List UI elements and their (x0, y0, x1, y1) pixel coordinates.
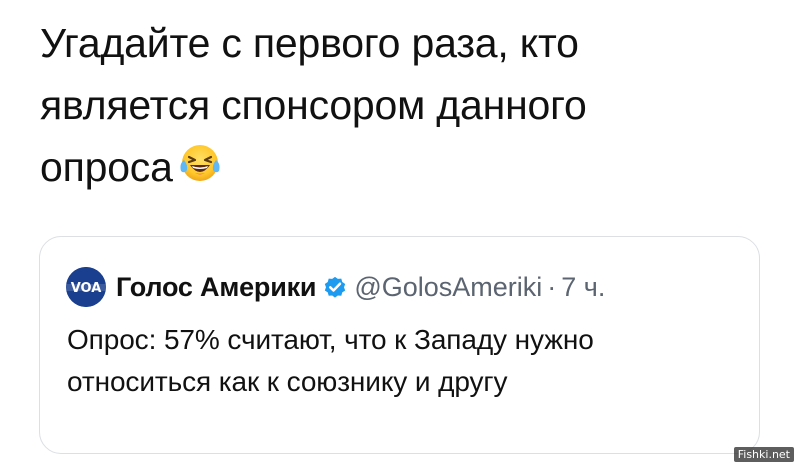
quoted-tweet-card[interactable]: VOA Голос Америки @GolosAmeriki · 7 ч. О… (39, 236, 760, 454)
tweet-text-line-3: опроса (40, 136, 760, 198)
face-with-tears-of-joy-icon (180, 145, 220, 181)
avatar-text: VOA (71, 281, 102, 296)
tweet-text-line-1: Угадайте с первого раза, кто (40, 20, 579, 66)
voa-logo-icon: VOA (66, 267, 106, 307)
tweet-text-line-2: является спонсором данного (40, 82, 587, 128)
avatar[interactable]: VOA (66, 267, 106, 307)
quoted-tweet-handle[interactable]: @GolosAmeriki (354, 272, 542, 303)
quoted-tweet-header: VOA Голос Америки @GolosAmeriki · 7 ч. (66, 267, 605, 307)
quoted-tweet-timestamp[interactable]: 7 ч. (561, 272, 605, 303)
tweet-text-line-3-text: опроса (40, 144, 173, 190)
quoted-tweet-text-line-2: относиться как к союзнику и другу (67, 366, 508, 397)
header-separator: · (547, 271, 557, 302)
quoted-tweet-display-name[interactable]: Голос Америки (116, 272, 317, 303)
quoted-tweet-text-line-1: Опрос: 57% считают, что к Западу нужно (67, 324, 594, 355)
watermark: Fishki.net (733, 447, 794, 462)
verified-badge-icon (325, 276, 346, 298)
quoted-tweet-text: Опрос: 57% считают, что к Западу нужно о… (67, 319, 747, 403)
tweet-text: Угадайте с первого раза, кто является сп… (40, 12, 760, 198)
